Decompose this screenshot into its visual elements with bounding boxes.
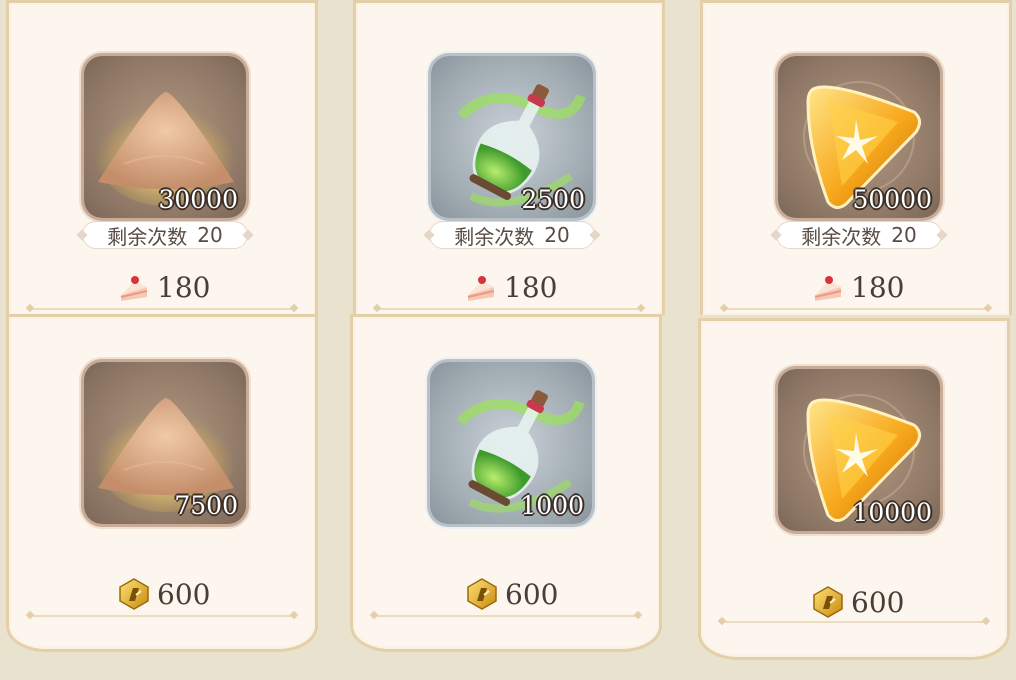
remaining-badge: 剩余次数 20 bbox=[82, 221, 248, 249]
price-value: 600 bbox=[851, 585, 905, 619]
shop-card-4[interactable]: 7500 600 bbox=[6, 314, 318, 652]
shop-card-5[interactable]: 1000 600 bbox=[350, 314, 662, 652]
amber-crystal-icon: 50000 bbox=[778, 56, 940, 218]
cake-icon bbox=[467, 275, 495, 301]
price-value: 180 bbox=[851, 271, 905, 304]
item-quantity: 30000 bbox=[158, 185, 238, 214]
shop-card-2[interactable]: 2500 剩余次数 20 180 bbox=[353, 0, 665, 315]
price-button[interactable]: 180 bbox=[117, 271, 210, 304]
price-button[interactable]: 600 bbox=[465, 577, 558, 611]
gold-coin-icon bbox=[119, 578, 149, 610]
price-value: 600 bbox=[505, 577, 559, 611]
remaining-count: 20 bbox=[891, 223, 917, 247]
sand-pile-icon: 7500 bbox=[84, 362, 246, 524]
remaining-label: 剩余次数 bbox=[801, 224, 882, 249]
cake-icon bbox=[120, 275, 148, 301]
divider bbox=[378, 308, 640, 310]
divider bbox=[31, 615, 293, 617]
gold-coin-icon bbox=[467, 578, 497, 610]
item-quantity: 10000 bbox=[852, 498, 932, 527]
price-value: 180 bbox=[157, 271, 211, 304]
shop-card-6[interactable]: 10000 600 bbox=[698, 318, 1010, 660]
green-potion-icon: 1000 bbox=[430, 362, 592, 524]
divider bbox=[375, 615, 637, 617]
price-button[interactable]: 180 bbox=[464, 271, 557, 304]
green-potion-icon: 2500 bbox=[431, 56, 593, 218]
item-quantity: 2500 bbox=[521, 185, 585, 214]
shop-card-3[interactable]: 50000 剩余次数 20 180 bbox=[700, 0, 1012, 315]
sand-pile-icon: 30000 bbox=[84, 56, 246, 218]
shop-card-1[interactable]: 30000 剩余次数 20 180 bbox=[6, 0, 318, 315]
divider bbox=[723, 621, 985, 623]
price-value: 600 bbox=[157, 577, 211, 611]
item-quantity: 7500 bbox=[174, 491, 238, 520]
item-quantity: 1000 bbox=[520, 491, 584, 520]
remaining-badge: 剩余次数 20 bbox=[776, 221, 942, 249]
amber-crystal-icon: 10000 bbox=[778, 369, 940, 531]
remaining-badge: 剩余次数 20 bbox=[429, 221, 595, 249]
price-value: 180 bbox=[504, 271, 558, 304]
price-button[interactable]: 180 bbox=[811, 271, 904, 304]
remaining-label: 剩余次数 bbox=[107, 224, 188, 249]
remaining-count: 20 bbox=[544, 223, 570, 247]
price-button[interactable]: 600 bbox=[117, 577, 210, 611]
cake-icon bbox=[814, 275, 842, 301]
remaining-label: 剩余次数 bbox=[454, 224, 535, 249]
remaining-count: 20 bbox=[197, 223, 223, 247]
price-button[interactable]: 600 bbox=[811, 585, 904, 619]
item-quantity: 50000 bbox=[852, 185, 932, 214]
divider bbox=[31, 308, 293, 310]
divider bbox=[725, 308, 987, 310]
gold-coin-icon bbox=[813, 586, 843, 618]
